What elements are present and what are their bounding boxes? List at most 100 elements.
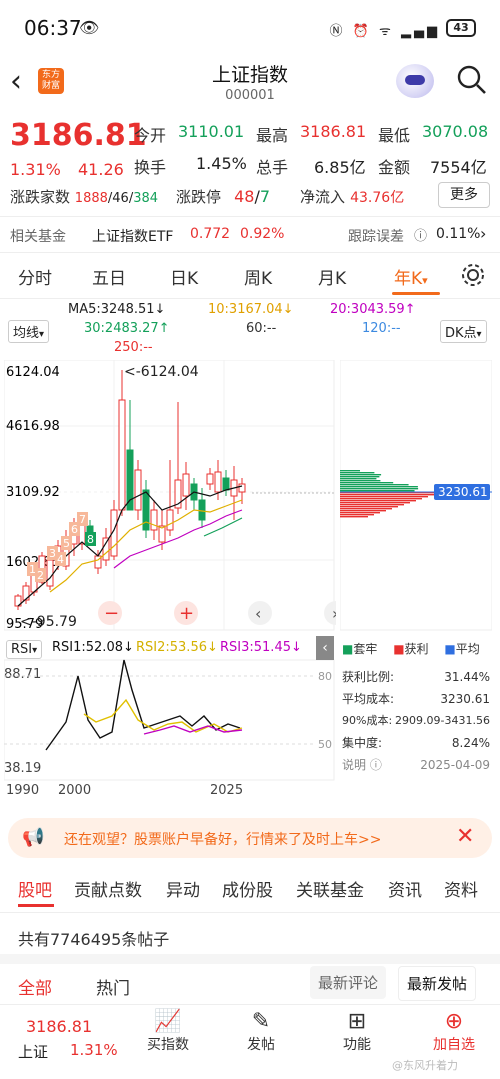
nav-function[interactable]: ⊞ 功能 <box>332 1009 382 1054</box>
banner-text: 还在观望？股票账户早备好，行情来了及时上车>> <box>64 832 382 848</box>
dropdown-triangle-icon: ▾ <box>32 645 38 656</box>
candle-body <box>126 449 134 511</box>
promo-banner[interactable]: 📢 还在观望？股票账户早备好，行情来了及时上车>> ✕ <box>8 818 492 858</box>
tab-all-posts[interactable]: 全部 <box>18 974 52 999</box>
status-bar: 06:37 👁 Ⓝ ⏰ ᯤ ▂▄▆ 43 <box>0 0 500 56</box>
more-button[interactable]: 更多 <box>438 182 490 208</box>
info-icon[interactable]: ⓘ <box>414 225 427 244</box>
nav-post[interactable]: ✎ 发帖 <box>236 1009 286 1054</box>
candle-body <box>46 559 54 587</box>
tab-weekly[interactable]: 周K <box>244 264 272 289</box>
tab-components[interactable]: 成份股 <box>222 876 273 901</box>
chevron-left-icon: ‹ <box>255 604 261 623</box>
signal-label: 2 <box>37 569 44 582</box>
dk-point-selector[interactable]: DK点▾ <box>440 320 487 343</box>
cost-bar <box>340 480 381 482</box>
open-value: 3110.01 <box>178 122 245 141</box>
amount-value: 7554亿 <box>430 158 487 177</box>
cost-bar <box>340 506 398 508</box>
cost-bar <box>340 486 418 488</box>
stat-row: 平均成本: 3230.61 <box>342 688 490 710</box>
ma5-value: MA5:3248.51↓ <box>68 302 166 317</box>
rsi-selector[interactable]: RSI▾ <box>6 640 43 659</box>
flat-count: 46 <box>112 191 129 206</box>
stat-row: 获利比例: 31.44% <box>342 666 490 688</box>
cost-bars-group <box>340 470 440 518</box>
kline-chart[interactable]: 6124.04 4616.98 3109.92 1602.85 95.79 <-… <box>4 360 336 800</box>
signal-label: 5 <box>63 537 70 550</box>
note-link[interactable]: 说明 ⓘ <box>342 754 382 776</box>
signal-label: 1 <box>29 563 36 576</box>
tab-yearly[interactable]: 年K▾ <box>394 264 428 289</box>
tab-hot-posts[interactable]: 热门 <box>96 974 130 999</box>
fund-name: 上证指数ETF <box>92 229 174 245</box>
search-icon[interactable] <box>456 64 488 96</box>
chevron-right-icon[interactable]: › <box>480 224 486 243</box>
last-price: 3186.81 <box>10 118 147 153</box>
divider <box>0 216 500 217</box>
stat-row: 集中度: 8.24% <box>342 732 490 754</box>
buy-sell-signals-group: 1 23 4 5678 <box>27 512 96 582</box>
cost-bar <box>340 490 415 492</box>
up-count: 1888 <box>74 191 108 206</box>
tab-intraday[interactable]: 分时 <box>18 264 52 289</box>
eye-icon: 👁 <box>79 18 100 37</box>
note-label: 说明 <box>342 758 367 772</box>
tab-daily[interactable]: 日K <box>170 264 198 289</box>
app-header: ‹ 东方财富 上证指数 000001 <box>0 56 500 116</box>
minus-icon: − <box>104 603 119 624</box>
rsi-80-label: 80 <box>318 670 332 683</box>
low-value: 3070.08 <box>422 122 489 141</box>
pct-change: 1.31% <box>10 160 61 179</box>
ratio-label: 获利比例: <box>342 670 395 684</box>
nav-buy-index[interactable]: 📈 买指数 <box>140 1009 196 1054</box>
cost-bar <box>340 504 404 506</box>
signal-label: 3 <box>49 547 56 560</box>
tab-5day[interactable]: 五日 <box>92 264 126 289</box>
updown-row: 涨跌家数 1888/46/384 <box>10 186 158 207</box>
nav-post-label: 发帖 <box>247 1037 275 1053</box>
candle-body <box>206 473 214 485</box>
assistant-robot-icon[interactable] <box>396 64 434 98</box>
turnover-value: 1.45% <box>196 154 247 173</box>
divider <box>0 252 500 253</box>
divider <box>0 912 500 913</box>
dropdown-triangle-icon: ▾ <box>422 274 428 287</box>
tab-news[interactable]: 资讯 <box>388 876 422 901</box>
settings-gear-icon[interactable] <box>460 262 486 288</box>
cost-bar <box>340 474 382 476</box>
close-icon[interactable]: ✕ <box>456 824 474 849</box>
tab-forum[interactable]: 股吧 <box>18 876 52 901</box>
nav-add-watchlist[interactable]: ⊕ 加自选 <box>424 1009 484 1054</box>
system-icons: Ⓝ ⏰ ᯤ ▂▄▆ <box>329 24 440 39</box>
volume-label: 总手 <box>256 158 289 177</box>
tab-monthly[interactable]: 月K <box>318 264 346 289</box>
collapse-panel-icon[interactable]: ‹ <box>316 636 334 660</box>
signal-label: 4 <box>57 553 64 566</box>
tab-contribution[interactable]: 贡献点数 <box>74 876 142 901</box>
sort-latest-comment[interactable]: 最新评论 <box>310 966 387 999</box>
tab-info[interactable]: 资料 <box>444 876 478 901</box>
volume-value: 6.85亿 <box>314 158 366 177</box>
cost-bar <box>340 496 428 498</box>
rsi-label: RSI <box>11 642 33 657</box>
nav-name: 上证 <box>18 1043 49 1061</box>
rsi-50-label: 50 <box>318 738 332 751</box>
sort-latest-post[interactable]: 最新发帖 <box>398 966 477 1001</box>
grid-icon: ⊞ <box>347 1009 367 1034</box>
active-tab-indicator <box>392 292 440 295</box>
rsi2-line <box>83 698 243 733</box>
candle-body <box>166 509 174 531</box>
cost-bar <box>340 470 360 472</box>
tab-movement[interactable]: 异动 <box>166 876 200 901</box>
y-label: 6124.04 <box>6 365 60 380</box>
limit-label: 涨跌停 <box>176 188 222 206</box>
ma30-line <box>203 517 243 537</box>
signal-label: 8 <box>87 533 94 546</box>
related-fund-row[interactable]: 相关基金 上证指数ETF 0.772 0.92% 跟踪误差 ⓘ 0.11% › <box>0 220 500 250</box>
tab-related-fund[interactable]: 关联基金 <box>296 876 364 901</box>
rsi-bottom-label: 38.19 <box>4 761 41 776</box>
ma-selector[interactable]: 均线▾ <box>8 320 50 343</box>
track-label: 跟踪误差 <box>348 229 404 245</box>
ma20-line <box>113 509 243 569</box>
